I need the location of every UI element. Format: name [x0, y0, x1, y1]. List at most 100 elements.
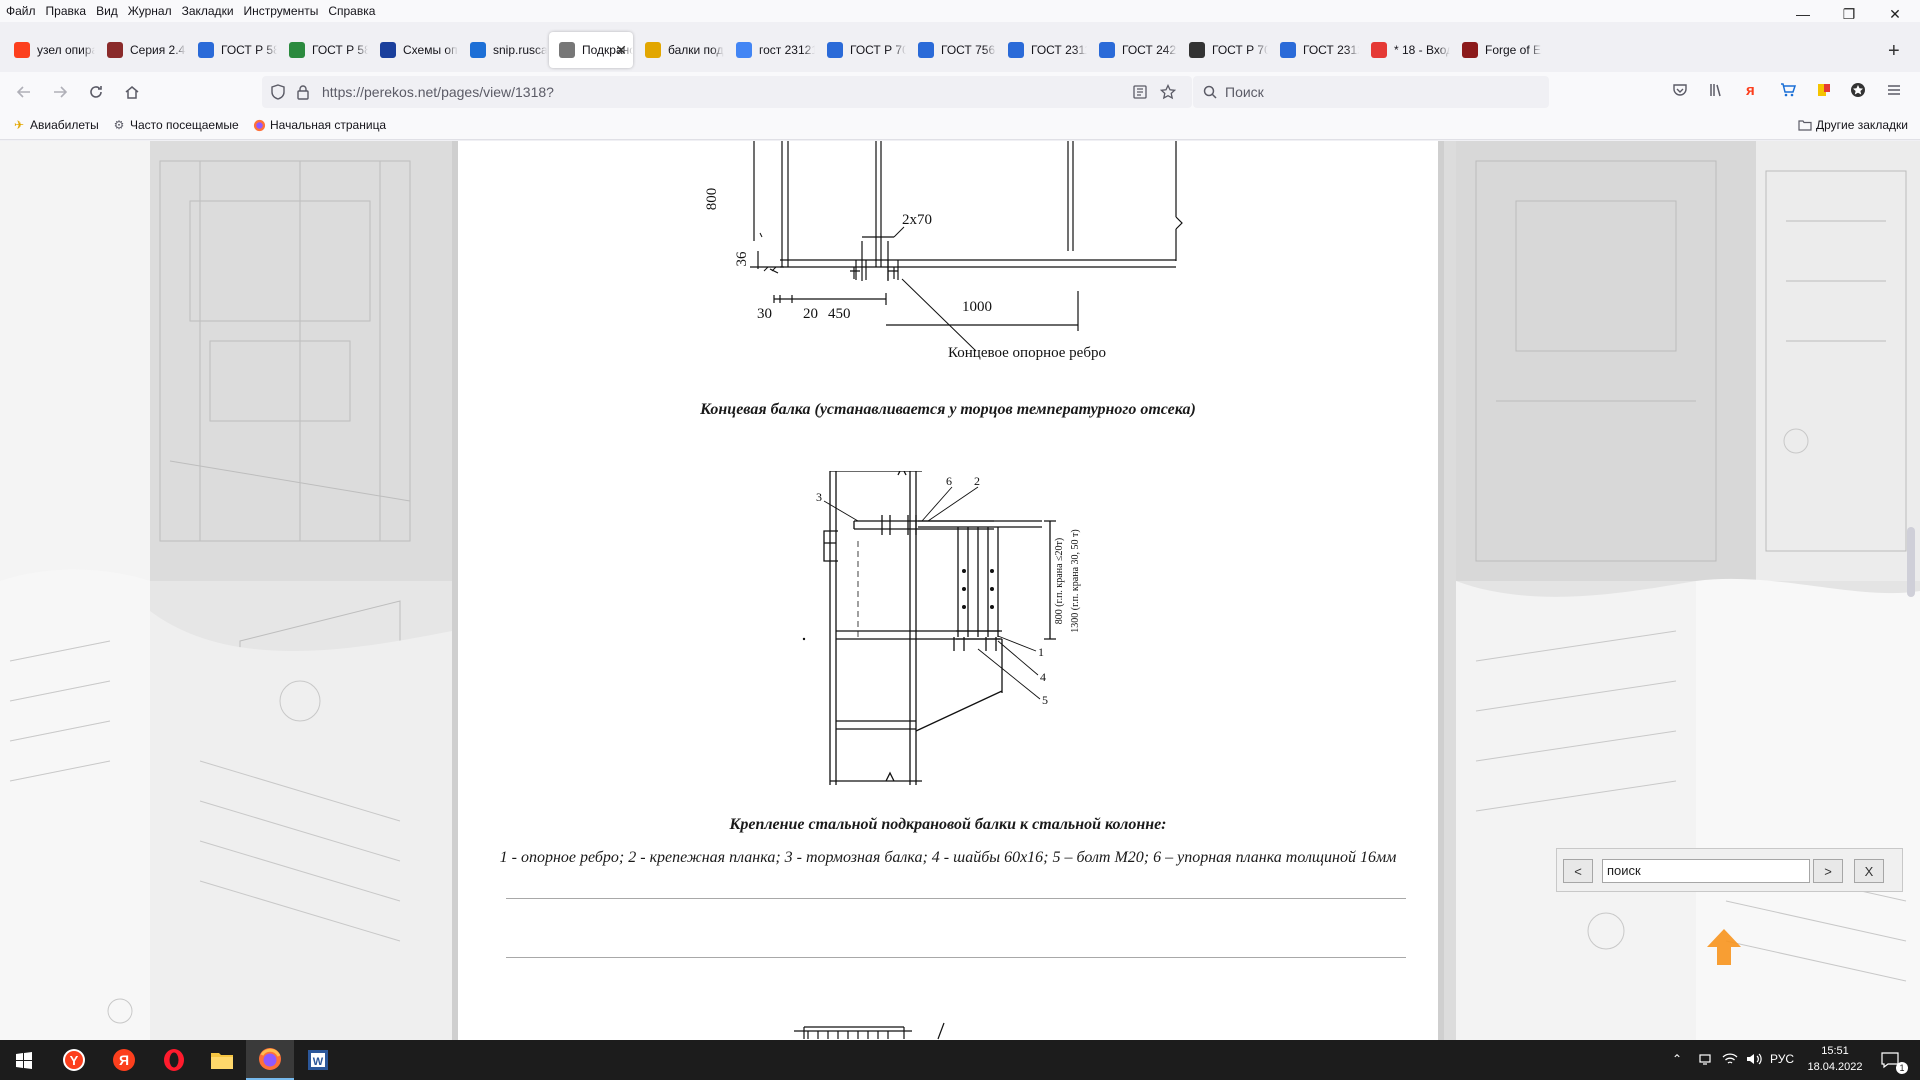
d-logo-icon — [380, 42, 396, 58]
url-text[interactable]: https://perekos.net/pages/view/1318? — [322, 84, 554, 100]
taskbar-word[interactable]: W — [294, 1040, 342, 1080]
browser-tab[interactable]: узел опиран — [4, 32, 95, 68]
google-icon — [736, 42, 752, 58]
yandex-icon[interactable]: я — [1746, 82, 1755, 99]
taskbar-yandex[interactable]: Я — [100, 1040, 148, 1080]
document-icon — [198, 42, 214, 58]
browser-tab[interactable]: гост 23121 с — [726, 32, 815, 68]
document-icon — [1099, 42, 1115, 58]
tray-expand-icon[interactable]: ⌃ — [1672, 1052, 1682, 1066]
browser-tab[interactable]: Схемы опер — [370, 32, 458, 68]
start-button[interactable] — [0, 1040, 48, 1080]
extension-icon[interactable] — [1850, 82, 1866, 102]
scroll-to-top-icon[interactable] — [1703, 927, 1745, 967]
star-icon[interactable] — [1160, 84, 1176, 100]
find-next-button[interactable]: > — [1813, 859, 1843, 883]
network-icon[interactable] — [1698, 1052, 1712, 1069]
shield-icon[interactable] — [270, 84, 286, 100]
taskbar-file-explorer[interactable] — [198, 1040, 246, 1080]
back-button[interactable] — [12, 80, 36, 104]
browser-tab[interactable]: snip.ruscable — [460, 32, 547, 68]
menu-bookmarks[interactable]: Закладки — [176, 4, 238, 18]
taskbar-firefox[interactable] — [246, 1040, 294, 1080]
folder-icon — [211, 1053, 233, 1069]
browser-tab[interactable]: ГОСТ 7566-2 — [908, 32, 996, 68]
close-tab-icon[interactable]: ✕ — [615, 42, 627, 59]
menu-help[interactable]: Справка — [322, 4, 379, 18]
browser-tab[interactable]: ГОСТ Р 7000 — [817, 32, 906, 68]
library-icon[interactable] — [1708, 82, 1724, 102]
menu-bar: Файл Правка Вид Журнал Закладки Инструме… — [0, 0, 1920, 22]
browser-tab[interactable]: ГОСТ Р 7000 — [1179, 32, 1268, 68]
svg-text:W: W — [313, 1056, 324, 1068]
browser-tab[interactable]: ГОСТ 23118- — [998, 32, 1087, 68]
bookmark-home-page[interactable]: Начальная страница — [252, 118, 386, 132]
close-window-button[interactable]: ✕ — [1872, 0, 1918, 28]
taskbar-yandex-browser[interactable]: Y — [50, 1040, 98, 1080]
firefox-icon — [252, 118, 266, 132]
tab-title: ГОСТ 7566-2 — [941, 43, 996, 57]
menu-file[interactable]: Файл — [0, 4, 40, 18]
search-bar[interactable]: Поиск — [1193, 76, 1549, 108]
browser-tab[interactable]: Forge of Em — [1452, 32, 1542, 68]
tab-title: Серия 2.440- — [130, 43, 186, 57]
browser-tab[interactable]: ГОСТ 23121- — [1270, 32, 1359, 68]
other-bookmarks-label: Другие закладки — [1816, 118, 1908, 132]
taskbar-clock[interactable]: 15:51 18.04.2022 — [1800, 1043, 1870, 1075]
menu-history[interactable]: Журнал — [122, 4, 176, 18]
document-icon — [1280, 42, 1296, 58]
yandex-icon — [14, 42, 30, 58]
book-icon — [1189, 42, 1205, 58]
find-previous-button[interactable]: < — [1563, 859, 1593, 883]
hamburger-menu-icon[interactable] — [1886, 82, 1902, 102]
clock-time: 15:51 — [1821, 1045, 1849, 1057]
bookmark-label: Часто посещаемые — [130, 118, 239, 132]
forward-button[interactable] — [48, 80, 72, 104]
wifi-icon[interactable] — [1722, 1052, 1738, 1069]
new-tab-button[interactable]: + — [1888, 40, 1900, 63]
menu-view[interactable]: Вид — [90, 4, 122, 18]
language-indicator[interactable]: РУС — [1770, 1052, 1794, 1066]
vdim-1300: 1300 (г.п. крана 30, 50 т) — [1070, 529, 1081, 632]
yandex-browser-icon: Y — [63, 1049, 85, 1071]
hammer-icon — [107, 42, 123, 58]
tab-title: ГОСТ Р 5894 — [221, 43, 277, 57]
browser-tab[interactable]: ГОСТ Р 5894 — [188, 32, 277, 68]
restore-button[interactable]: ❐ — [1826, 0, 1872, 28]
svg-text:Я: Я — [119, 1052, 129, 1068]
menu-tools[interactable]: Инструменты — [238, 4, 323, 18]
browser-tab[interactable]: * 18 - Входящ — [1361, 32, 1450, 68]
bookmark-most-visited[interactable]: ⚙ Часто посещаемые — [112, 118, 239, 132]
pocket-icon[interactable] — [1672, 82, 1688, 102]
browser-tab[interactable]: Подкрано ✕ — [549, 32, 633, 68]
background-blueprint-right — [1456, 141, 1920, 1040]
arrow-left-icon — [16, 86, 30, 98]
svg-text:Y: Y — [70, 1053, 79, 1068]
browser-tab[interactable]: ГОСТ 24297- — [1089, 32, 1177, 68]
reload-button[interactable] — [84, 80, 108, 104]
menu-edit[interactable]: Правка — [40, 4, 91, 18]
cart-icon[interactable] — [1780, 82, 1797, 102]
find-close-button[interactable]: X — [1854, 859, 1884, 883]
minimize-button[interactable]: — — [1780, 0, 1826, 28]
gear-icon: ⚙ — [113, 118, 125, 132]
caption-connection: Крепление стальной подкрановой балки к с… — [729, 816, 1167, 833]
lock-icon[interactable] — [296, 84, 310, 100]
home-button[interactable] — [120, 80, 144, 104]
reader-view-icon[interactable] — [1132, 84, 1148, 100]
bookmark-aviabilety[interactable]: ✈ Авиабилеты — [12, 118, 99, 132]
speaker-icon[interactable] — [1746, 1052, 1762, 1069]
find-input[interactable]: поиск — [1602, 859, 1810, 883]
page-scrollbar[interactable] — [1907, 527, 1915, 597]
firefox-icon — [259, 1048, 281, 1070]
url-bar[interactable]: https://perekos.net/pages/view/1318? — [262, 76, 1192, 108]
browser-tab[interactable]: ГОСТ Р 5894 — [279, 32, 368, 68]
folder-icon — [1798, 118, 1812, 132]
taskbar-opera[interactable] — [150, 1040, 198, 1080]
flag-icon[interactable] — [1816, 82, 1832, 102]
browser-tab[interactable]: Серия 2.440- — [97, 32, 186, 68]
other-bookmarks[interactable]: Другие закладки — [1798, 118, 1908, 132]
search-icon — [1203, 85, 1217, 99]
browser-tab[interactable]: балки подкр — [635, 32, 724, 68]
page-viewport[interactable]: 800 36 2х70 30 20 450 1000 Концевое опор… — [0, 141, 1920, 1040]
